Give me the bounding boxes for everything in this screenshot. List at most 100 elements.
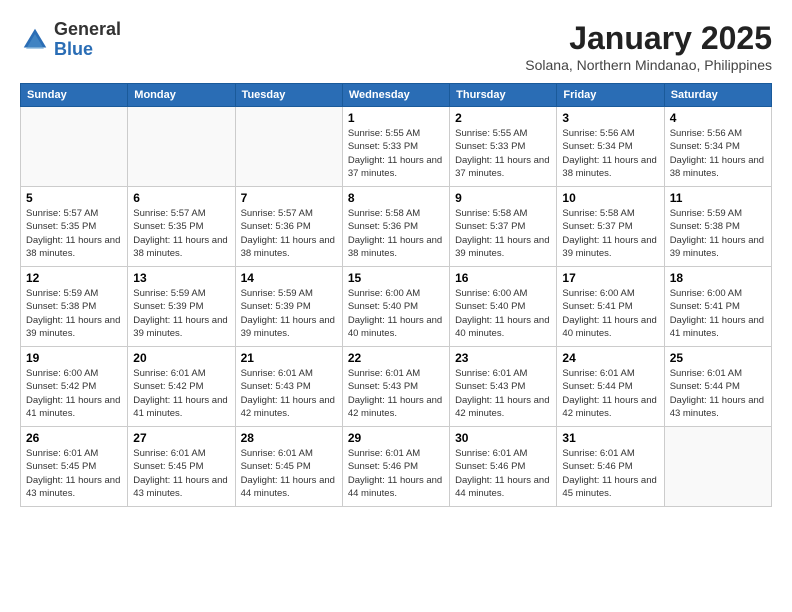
calendar-table: SundayMondayTuesdayWednesdayThursdayFrid…	[20, 83, 772, 507]
calendar-cell: 10 Sunrise: 5:58 AM Sunset: 5:37 PM Dayli…	[557, 187, 664, 267]
day-number: 27	[133, 431, 229, 445]
weekday-header: Tuesday	[235, 84, 342, 107]
day-info: Sunrise: 6:00 AM Sunset: 5:40 PM Dayligh…	[455, 287, 551, 340]
logo-icon	[20, 25, 50, 55]
day-info: Sunrise: 5:55 AM Sunset: 5:33 PM Dayligh…	[348, 127, 444, 180]
day-info: Sunrise: 5:58 AM Sunset: 5:36 PM Dayligh…	[348, 207, 444, 260]
logo-blue: Blue	[54, 40, 121, 60]
day-number: 10	[562, 191, 658, 205]
calendar-cell: 7 Sunrise: 5:57 AM Sunset: 5:36 PM Daylig…	[235, 187, 342, 267]
day-number: 26	[26, 431, 122, 445]
calendar-cell: 12 Sunrise: 5:59 AM Sunset: 5:38 PM Dayli…	[21, 267, 128, 347]
day-number: 20	[133, 351, 229, 365]
calendar-cell: 18 Sunrise: 6:00 AM Sunset: 5:41 PM Dayli…	[664, 267, 771, 347]
day-info: Sunrise: 6:01 AM Sunset: 5:44 PM Dayligh…	[670, 367, 766, 420]
title-block: January 2025 Solana, Northern Mindanao, …	[525, 20, 772, 73]
day-number: 15	[348, 271, 444, 285]
calendar-week-row: 5Sunrise: 5:57 AM Sunset: 5:35 PM Daylig…	[21, 187, 772, 267]
calendar-cell: 19 Sunrise: 6:00 AM Sunset: 5:42 PM Dayli…	[21, 347, 128, 427]
day-number: 30	[455, 431, 551, 445]
day-info: Sunrise: 5:56 AM Sunset: 5:34 PM Dayligh…	[670, 127, 766, 180]
calendar-cell: 2Sunrise: 5:55 AM Sunset: 5:33 PM Daylig…	[450, 107, 557, 187]
day-number: 14	[241, 271, 337, 285]
day-number: 12	[26, 271, 122, 285]
day-info: Sunrise: 6:00 AM Sunset: 5:41 PM Dayligh…	[562, 287, 658, 340]
calendar-cell: 23 Sunrise: 6:01 AM Sunset: 5:43 PM Dayli…	[450, 347, 557, 427]
calendar-cell: 26 Sunrise: 6:01 AM Sunset: 5:45 PM Dayli…	[21, 427, 128, 507]
weekday-header: Thursday	[450, 84, 557, 107]
weekday-header: Saturday	[664, 84, 771, 107]
day-number: 4	[670, 111, 766, 125]
calendar-cell: 20 Sunrise: 6:01 AM Sunset: 5:42 PM Dayli…	[128, 347, 235, 427]
day-info: Sunrise: 5:57 AM Sunset: 5:36 PM Dayligh…	[241, 207, 337, 260]
weekday-header: Monday	[128, 84, 235, 107]
day-number: 31	[562, 431, 658, 445]
day-number: 22	[348, 351, 444, 365]
day-number: 1	[348, 111, 444, 125]
calendar-cell: 1 Sunrise: 5:55 AM Sunset: 5:33 PM Daylig…	[342, 107, 449, 187]
calendar-cell: 25 Sunrise: 6:01 AM Sunset: 5:44 PM Dayli…	[664, 347, 771, 427]
calendar-cell: 11Sunrise: 5:59 AM Sunset: 5:38 PM Dayli…	[664, 187, 771, 267]
calendar-cell	[664, 427, 771, 507]
calendar-cell: 27 Sunrise: 6:01 AM Sunset: 5:45 PM Dayli…	[128, 427, 235, 507]
logo: General Blue	[20, 20, 121, 60]
day-info: Sunrise: 6:01 AM Sunset: 5:42 PM Dayligh…	[133, 367, 229, 420]
calendar-cell: 8Sunrise: 5:58 AM Sunset: 5:36 PM Daylig…	[342, 187, 449, 267]
calendar-cell: 14 Sunrise: 5:59 AM Sunset: 5:39 PM Dayli…	[235, 267, 342, 347]
day-info: Sunrise: 6:01 AM Sunset: 5:46 PM Dayligh…	[562, 447, 658, 500]
calendar-week-row: 19 Sunrise: 6:00 AM Sunset: 5:42 PM Dayli…	[21, 347, 772, 427]
calendar-cell: 21Sunrise: 6:01 AM Sunset: 5:43 PM Dayli…	[235, 347, 342, 427]
day-info: Sunrise: 5:59 AM Sunset: 5:39 PM Dayligh…	[241, 287, 337, 340]
calendar-header-row: SundayMondayTuesdayWednesdayThursdayFrid…	[21, 84, 772, 107]
month-title: January 2025	[525, 20, 772, 57]
calendar-cell: 6 Sunrise: 5:57 AM Sunset: 5:35 PM Daylig…	[128, 187, 235, 267]
day-number: 28	[241, 431, 337, 445]
day-info: Sunrise: 6:01 AM Sunset: 5:45 PM Dayligh…	[133, 447, 229, 500]
day-info: Sunrise: 5:59 AM Sunset: 5:39 PM Dayligh…	[133, 287, 229, 340]
calendar-cell: 9Sunrise: 5:58 AM Sunset: 5:37 PM Daylig…	[450, 187, 557, 267]
day-info: Sunrise: 5:59 AM Sunset: 5:38 PM Dayligh…	[26, 287, 122, 340]
day-number: 13	[133, 271, 229, 285]
calendar-cell: 5Sunrise: 5:57 AM Sunset: 5:35 PM Daylig…	[21, 187, 128, 267]
weekday-header: Friday	[557, 84, 664, 107]
day-number: 19	[26, 351, 122, 365]
day-number: 6	[133, 191, 229, 205]
location-title: Solana, Northern Mindanao, Philippines	[525, 57, 772, 73]
day-info: Sunrise: 6:00 AM Sunset: 5:42 PM Dayligh…	[26, 367, 122, 420]
calendar-week-row: 26 Sunrise: 6:01 AM Sunset: 5:45 PM Dayli…	[21, 427, 772, 507]
logo-text: General Blue	[54, 20, 121, 60]
day-number: 24	[562, 351, 658, 365]
day-info: Sunrise: 6:01 AM Sunset: 5:44 PM Dayligh…	[562, 367, 658, 420]
day-info: Sunrise: 5:59 AM Sunset: 5:38 PM Dayligh…	[670, 207, 766, 260]
day-number: 25	[670, 351, 766, 365]
calendar-cell: 16Sunrise: 6:00 AM Sunset: 5:40 PM Dayli…	[450, 267, 557, 347]
day-info: Sunrise: 5:56 AM Sunset: 5:34 PM Dayligh…	[562, 127, 658, 180]
weekday-header: Sunday	[21, 84, 128, 107]
calendar-cell: 4 Sunrise: 5:56 AM Sunset: 5:34 PM Daylig…	[664, 107, 771, 187]
day-number: 17	[562, 271, 658, 285]
day-number: 7	[241, 191, 337, 205]
calendar-cell: 30Sunrise: 6:01 AM Sunset: 5:46 PM Dayli…	[450, 427, 557, 507]
day-info: Sunrise: 6:00 AM Sunset: 5:40 PM Dayligh…	[348, 287, 444, 340]
day-info: Sunrise: 6:01 AM Sunset: 5:43 PM Dayligh…	[241, 367, 337, 420]
day-number: 29	[348, 431, 444, 445]
calendar-cell: 13 Sunrise: 5:59 AM Sunset: 5:39 PM Dayli…	[128, 267, 235, 347]
calendar-cell: 28 Sunrise: 6:01 AM Sunset: 5:45 PM Dayli…	[235, 427, 342, 507]
calendar-week-row: 12 Sunrise: 5:59 AM Sunset: 5:38 PM Dayli…	[21, 267, 772, 347]
day-info: Sunrise: 6:01 AM Sunset: 5:46 PM Dayligh…	[348, 447, 444, 500]
day-info: Sunrise: 5:58 AM Sunset: 5:37 PM Dayligh…	[562, 207, 658, 260]
day-number: 18	[670, 271, 766, 285]
page-header: General Blue January 2025 Solana, Northe…	[20, 20, 772, 73]
day-number: 23	[455, 351, 551, 365]
calendar-cell	[235, 107, 342, 187]
calendar-cell: 15 Sunrise: 6:00 AM Sunset: 5:40 PM Dayli…	[342, 267, 449, 347]
day-info: Sunrise: 6:01 AM Sunset: 5:45 PM Dayligh…	[241, 447, 337, 500]
day-info: Sunrise: 5:57 AM Sunset: 5:35 PM Dayligh…	[133, 207, 229, 260]
day-info: Sunrise: 6:01 AM Sunset: 5:43 PM Dayligh…	[455, 367, 551, 420]
calendar-cell: 29 Sunrise: 6:01 AM Sunset: 5:46 PM Dayli…	[342, 427, 449, 507]
day-info: Sunrise: 6:00 AM Sunset: 5:41 PM Dayligh…	[670, 287, 766, 340]
weekday-header: Wednesday	[342, 84, 449, 107]
calendar-cell: 17 Sunrise: 6:00 AM Sunset: 5:41 PM Dayli…	[557, 267, 664, 347]
day-info: Sunrise: 6:01 AM Sunset: 5:45 PM Dayligh…	[26, 447, 122, 500]
day-info: Sunrise: 6:01 AM Sunset: 5:43 PM Dayligh…	[348, 367, 444, 420]
